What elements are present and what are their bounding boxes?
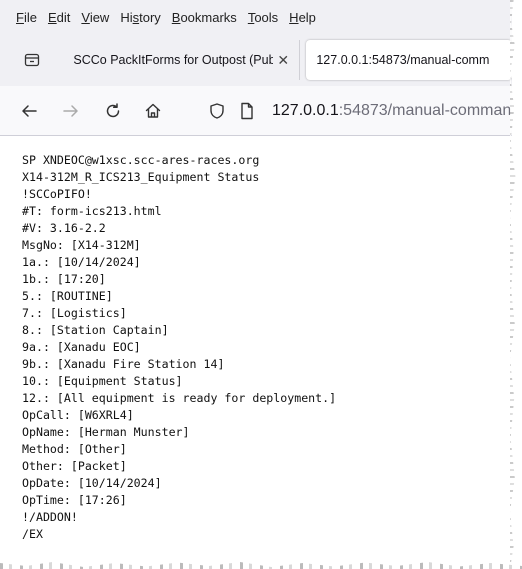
message-line: OpTime: [17:26] <box>22 493 127 507</box>
message-line: 1a.: [10/14/2024] <box>22 255 141 269</box>
back-arrow-icon <box>20 102 38 120</box>
tab-list-button[interactable] <box>18 46 45 74</box>
shield-icon <box>208 102 226 120</box>
page-info-button[interactable] <box>232 96 262 126</box>
tab-title: 127.0.0.1:54873/manual-comm <box>316 53 490 67</box>
url-path: :54873/manual-comman <box>338 101 512 119</box>
menu-view[interactable]: View <box>81 10 109 25</box>
menu-bar: File Edit View History Bookmarks Tools H… <box>0 0 512 34</box>
message-line: Other: [Packet] <box>22 459 127 473</box>
message-line: 7.: [Logistics] <box>22 306 127 320</box>
menu-help[interactable]: Help <box>289 10 316 25</box>
message-line: /EX <box>22 527 43 541</box>
message-line: MsgNo: [X14-312M] <box>22 238 141 252</box>
tab-packitforms[interactable]: SCCo PackItForms for Outpost (Publ ✕ <box>59 40 301 80</box>
message-line: OpName: [Herman Munster] <box>22 425 190 439</box>
message-line: Method: [Other] <box>22 442 127 456</box>
back-button[interactable] <box>14 96 44 126</box>
reload-button[interactable] <box>98 96 128 126</box>
tab-title: SCCo PackItForms for Outpost (Publ <box>73 53 274 67</box>
menu-history[interactable]: History <box>120 10 160 25</box>
message-line: SP XNDEOC@w1xsc.scc-ares-races.org <box>22 153 260 167</box>
navigation-bar: 127.0.0.1:54873/manual-comman <box>0 86 512 136</box>
message-line: #T: form-ics213.html <box>22 204 162 218</box>
tab-strip: SCCo PackItForms for Outpost (Publ ✕ 127… <box>0 34 512 86</box>
home-button[interactable] <box>138 96 168 126</box>
url-bar[interactable]: 127.0.0.1:54873/manual-comman <box>272 94 512 128</box>
message-line: !SCCoPIFO! <box>22 187 92 201</box>
tab-manual-command[interactable]: 127.0.0.1:54873/manual-comm <box>306 40 512 80</box>
message-line: #V: 3.16-2.2 <box>22 221 106 235</box>
message-line: OpDate: [10/14/2024] <box>22 476 162 490</box>
browser-window: File Edit View History Bookmarks Tools H… <box>0 0 512 560</box>
message-line: !/ADDON! <box>22 510 78 524</box>
message-line: 5.: [ROUTINE] <box>22 289 113 303</box>
message-text: SP XNDEOC@w1xsc.scc-ares-races.org X14-31… <box>22 152 502 543</box>
close-icon[interactable]: ✕ <box>277 52 289 69</box>
menu-bookmarks[interactable]: Bookmarks <box>172 10 237 25</box>
message-line: OpCall: [W6XRL4] <box>22 408 134 422</box>
tab-list-icon <box>24 52 40 68</box>
message-line: 9a.: [Xanadu EOC] <box>22 340 141 354</box>
site-info-button[interactable] <box>202 96 232 126</box>
menu-edit[interactable]: Edit <box>48 10 70 25</box>
url-host: 127.0.0.1 <box>272 101 339 119</box>
forward-arrow-icon <box>62 102 80 120</box>
message-line: X14-312M_R_ICS213_Equipment Status <box>22 170 260 184</box>
torn-edge-bottom <box>0 562 522 569</box>
message-line: 10.: [Equipment Status] <box>22 374 183 388</box>
page-icon <box>239 102 255 120</box>
message-line: 1b.: [17:20] <box>22 272 106 286</box>
message-line: 12.: [All equipment is ready for deploym… <box>22 391 337 405</box>
home-icon <box>144 102 162 120</box>
reload-icon <box>104 102 122 120</box>
menu-tools[interactable]: Tools <box>248 10 278 25</box>
message-line: 8.: [Station Captain] <box>22 323 169 337</box>
menu-file[interactable]: File <box>16 10 37 25</box>
forward-button[interactable] <box>56 96 86 126</box>
message-line: 9b.: [Xanadu Fire Station 14] <box>22 357 225 371</box>
